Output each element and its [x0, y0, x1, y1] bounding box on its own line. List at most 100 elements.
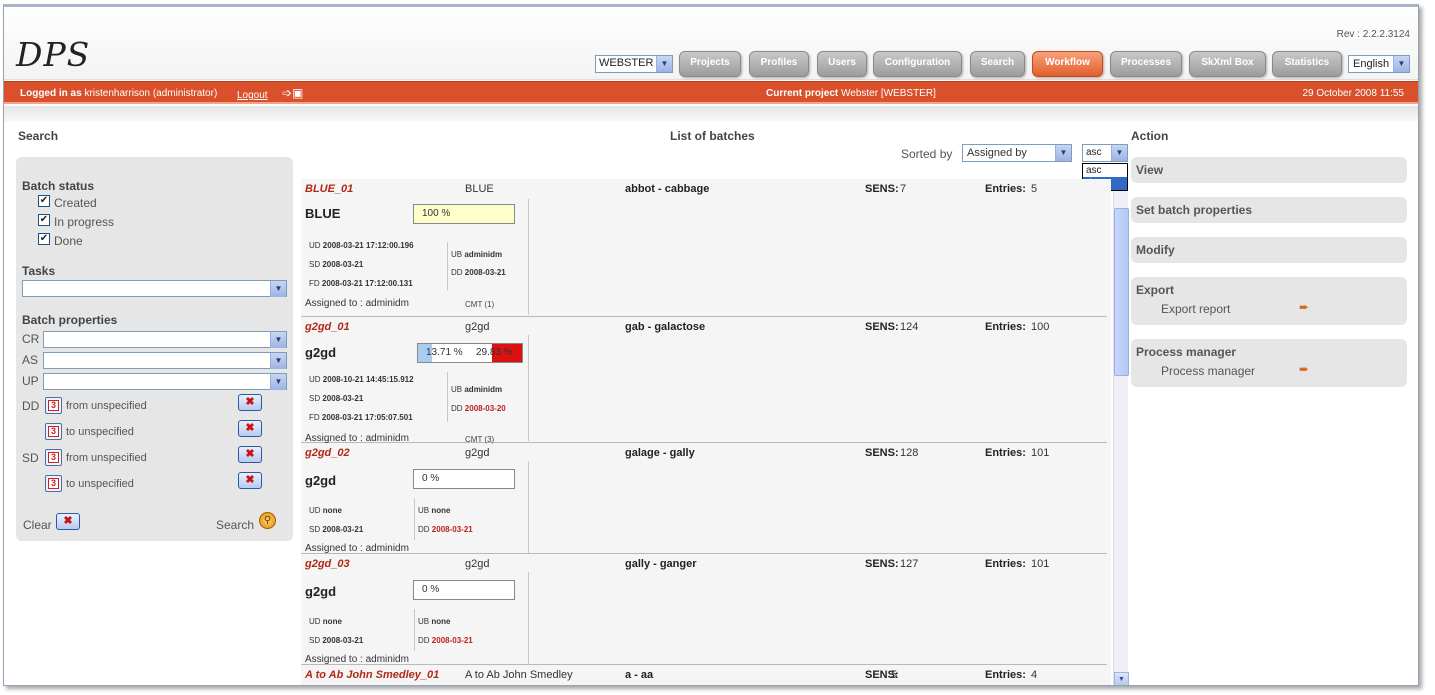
- set-batch-properties-button[interactable]: Set batch properties: [1136, 203, 1252, 217]
- calendar-icon[interactable]: 3: [45, 397, 62, 414]
- cr-select[interactable]: ▼: [43, 331, 287, 348]
- clear-button[interactable]: Clear: [23, 518, 52, 532]
- batch-row[interactable]: g2gd_03 g2gd gally - ganger SENS: 127 En…: [301, 554, 1107, 665]
- calendar-icon[interactable]: 3: [45, 449, 62, 466]
- as-select[interactable]: ▼: [43, 352, 287, 369]
- tab-workflow[interactable]: Workflow: [1032, 51, 1103, 77]
- entries-value: 101: [1031, 558, 1050, 570]
- chevron-down-icon: ▼: [1055, 145, 1071, 161]
- modify-button[interactable]: Modify: [1136, 243, 1175, 257]
- clear-date-icon[interactable]: ✖: [238, 446, 262, 463]
- list-scrollbar[interactable]: ▼: [1113, 191, 1129, 685]
- batch-properties-label: Batch properties: [22, 313, 118, 327]
- ud-value: none: [322, 617, 342, 626]
- up-select[interactable]: ▼: [43, 373, 287, 390]
- action-export: Export Export report ➨: [1131, 277, 1407, 325]
- dd-label: DD: [22, 399, 40, 413]
- action-view[interactable]: View: [1131, 157, 1407, 183]
- entries-label: Entries:: [985, 558, 1026, 570]
- app-window: DPS Rev : 2.2.2.3124 WEBSTER ▼ Projects …: [3, 4, 1419, 686]
- status-in-progress-label: In progress: [54, 215, 115, 229]
- batch-name[interactable]: g2gd_03: [305, 558, 350, 570]
- action-set-props[interactable]: Set batch properties: [1131, 197, 1407, 223]
- status-in-progress-checkbox[interactable]: ✔: [38, 214, 50, 226]
- progress-bar: 0 %: [413, 469, 515, 489]
- batch-name[interactable]: g2gd_02: [305, 447, 350, 459]
- entries-label: Entries:: [985, 669, 1026, 681]
- sd-from-label: from unspecified: [66, 452, 147, 464]
- view-button[interactable]: View: [1136, 163, 1163, 177]
- entries-label: Entries:: [985, 321, 1026, 333]
- entries-label: Entries:: [985, 447, 1026, 459]
- batch-title: BLUE: [305, 206, 341, 221]
- sort-order-value: asc: [1086, 147, 1102, 158]
- sens-value: 127: [900, 558, 919, 570]
- tab-projects[interactable]: Projects: [679, 51, 741, 77]
- batch-name[interactable]: BLUE_01: [305, 183, 353, 195]
- tab-statistics[interactable]: Statistics: [1272, 51, 1342, 77]
- scrollbar-thumb[interactable]: [1114, 208, 1129, 376]
- calendar-icon[interactable]: 3: [45, 423, 62, 440]
- progress-bar: 0 %: [413, 580, 515, 600]
- tab-users[interactable]: Users: [817, 51, 867, 77]
- ub-value: adminidm: [464, 385, 503, 394]
- process-manager-link[interactable]: Process manager: [1161, 364, 1255, 378]
- sd-value: 2008-03-21: [322, 525, 364, 534]
- ub-value: adminidm: [464, 250, 503, 259]
- progress-bar: 13.71 % 29.83 %: [417, 343, 523, 363]
- assigned-to: Assigned to : adminidm: [305, 298, 409, 309]
- scroll-down-icon[interactable]: ▼: [1114, 672, 1129, 685]
- sort-order-select[interactable]: asc ▼: [1082, 144, 1128, 162]
- tasks-select[interactable]: ▼: [22, 280, 287, 297]
- export-report-link[interactable]: Export report: [1161, 302, 1230, 316]
- progress-b-text: 29.83 %: [476, 347, 513, 358]
- batch-row[interactable]: BLUE_01 BLUE abbot - cabbage SENS: 7 Ent…: [301, 179, 1107, 317]
- search-button[interactable]: Search: [216, 518, 254, 532]
- clear-icon[interactable]: ✖: [56, 513, 80, 530]
- batch-row[interactable]: g2gd_02 g2gd galage - gally SENS: 128 En…: [301, 443, 1107, 554]
- entries-value: 100: [1031, 321, 1050, 333]
- tab-configuration[interactable]: Configuration: [873, 51, 962, 77]
- progress-a-text: 13.71 %: [426, 347, 463, 358]
- sort-order-option[interactable]: asc: [1083, 164, 1127, 177]
- batch-name[interactable]: A to Ab John Smedley_01: [305, 669, 439, 681]
- tab-processes[interactable]: Processes: [1110, 51, 1182, 77]
- clear-date-icon[interactable]: ✖: [238, 420, 262, 437]
- calendar-icon[interactable]: 3: [45, 475, 62, 492]
- sort-by-select[interactable]: Assigned by ▼: [962, 144, 1072, 162]
- dd-value: 2008-03-21: [431, 525, 473, 534]
- sd-label: SD: [22, 451, 39, 465]
- arrow-right-icon[interactable]: ➨: [1299, 362, 1309, 376]
- switch-window-icon[interactable]: ➩▣: [282, 86, 303, 100]
- status-created-checkbox[interactable]: ✔: [38, 195, 50, 207]
- tab-skxml-box[interactable]: SkXml Box: [1189, 51, 1266, 77]
- sens-label: SENS:: [865, 447, 899, 459]
- ub-value: none: [431, 617, 451, 626]
- sd-value: 2008-03-21: [322, 260, 364, 269]
- action-modify[interactable]: Modify: [1131, 237, 1407, 263]
- tab-profiles[interactable]: Profiles: [749, 51, 809, 77]
- clear-date-icon[interactable]: ✖: [238, 394, 262, 411]
- logout-link[interactable]: Logout: [237, 90, 268, 101]
- batch-range: gab - galactose: [625, 321, 706, 333]
- clear-date-icon[interactable]: ✖: [238, 472, 262, 489]
- batch-code: g2gd: [465, 447, 490, 459]
- status-done-checkbox[interactable]: ✔: [38, 233, 50, 245]
- sens-label: SENS:: [865, 321, 899, 333]
- arrow-right-icon[interactable]: ➨: [1299, 300, 1309, 314]
- cmt-count[interactable]: CMT (1): [465, 300, 494, 309]
- batch-name[interactable]: g2gd_01: [305, 321, 350, 333]
- language-select[interactable]: English ▼: [1348, 55, 1410, 73]
- dd-value: 2008-03-21: [464, 268, 506, 277]
- sd-value: 2008-03-21: [322, 636, 364, 645]
- up-label: UP: [22, 374, 39, 388]
- tab-search[interactable]: Search: [970, 51, 1025, 77]
- batch-row[interactable]: g2gd_01 g2gd gab - galactose SENS: 124 E…: [301, 317, 1107, 444]
- batch-row[interactable]: A to Ab John Smedley_01 A to Ab John Sme…: [301, 665, 1107, 685]
- sens-label: SENS:: [865, 183, 899, 195]
- dd-value: 2008-03-20: [464, 404, 506, 413]
- list-title: List of batches: [670, 129, 755, 143]
- project-select[interactable]: WEBSTER ▼: [595, 55, 673, 73]
- search-icon[interactable]: ⚲: [259, 512, 276, 529]
- assigned-to: Assigned to : adminidm: [305, 543, 409, 554]
